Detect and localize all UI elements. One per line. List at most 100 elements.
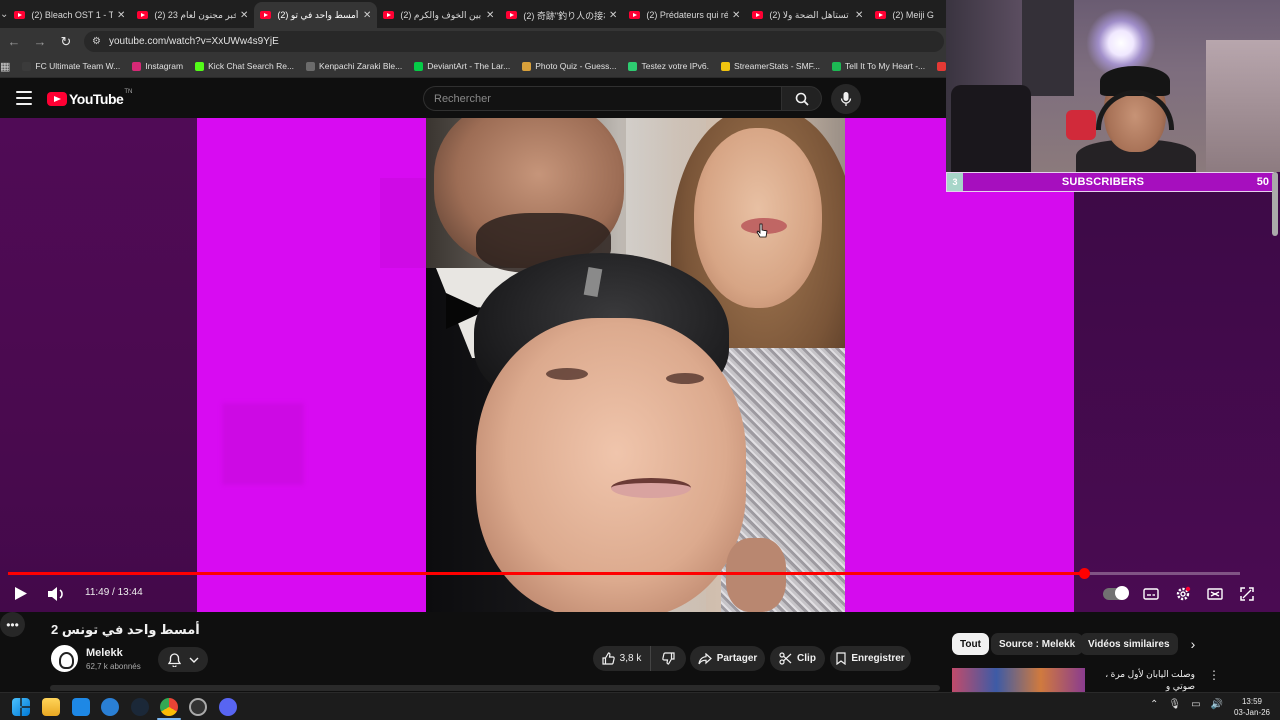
discord-icon[interactable] (219, 698, 237, 716)
clip-button[interactable]: Clip (770, 646, 825, 671)
chip-similar[interactable]: Vidéos similaires (1080, 633, 1178, 655)
apps-grid-icon[interactable]: ▦ (0, 60, 10, 73)
search-input[interactable]: Rechercher (423, 86, 781, 111)
like-button[interactable]: 3,8 k (593, 646, 651, 671)
bookmark-label: StreamerStats - SMF... (734, 61, 820, 71)
bookmarks-bar: ▦ FC Ultimate Team W... Instagram Kick Cha… (0, 55, 946, 78)
notification-bell-button[interactable] (158, 647, 208, 672)
app-icon[interactable] (189, 698, 207, 716)
share-label: Partager (716, 653, 758, 664)
time-display: 11:49 / 13:44 (85, 587, 143, 598)
voice-search-button[interactable] (831, 84, 861, 114)
browser-tab[interactable]: (2) Prédateurs qui ré ✕ (623, 2, 746, 28)
windows-start-icon[interactable] (12, 698, 30, 716)
browser-tab[interactable]: (2) Meiji G✕ (869, 2, 946, 28)
youtube-favicon-icon (629, 11, 641, 19)
share-button[interactable]: Partager (690, 646, 765, 671)
bookmark-item[interactable]: Kick Chat Search Re... (195, 61, 294, 71)
chevron-up-icon[interactable]: ⌃ (1150, 699, 1158, 710)
channel-avatar[interactable] (51, 645, 78, 672)
menu-hamburger-icon[interactable] (16, 91, 32, 105)
browser-tab[interactable]: (2) 奇跡"釣り人の接れ ✕ (500, 2, 623, 28)
bookmark-item[interactable]: StreamerStats - SMF... (721, 61, 820, 71)
close-tab-icon[interactable]: ✕ (855, 10, 863, 21)
close-tab-icon[interactable]: ✕ (486, 10, 494, 21)
subtitles-icon[interactable] (1139, 584, 1163, 604)
thumbs-down-icon (662, 652, 675, 665)
dislike-button[interactable] (651, 646, 686, 671)
back-arrow-icon[interactable]: ← (2, 30, 26, 54)
player-right-controls (1103, 584, 1267, 604)
youtube-logo[interactable]: YouTube TN (47, 89, 132, 107)
bookmark-favicon-icon (414, 61, 424, 71)
miniplayer-icon[interactable] (1203, 584, 1227, 604)
save-button[interactable]: Enregistrer (830, 646, 911, 671)
close-tab-icon[interactable]: ✕ (363, 10, 371, 21)
subscriber-goal-target: 50 (1256, 176, 1269, 188)
bookmark-item[interactable]: Instagram (132, 61, 183, 71)
browser-tab[interactable]: (2) بين الخوف والكرم ✕ (377, 2, 500, 28)
bookmark-item[interactable]: Tell It To My Heart -... (832, 61, 925, 71)
youtube-logo-text: YouTube (69, 91, 124, 107)
bookmark-label: DeviantArt - The Lar... (427, 61, 511, 71)
close-tab-icon[interactable]: ✕ (117, 10, 125, 21)
tab-list: (2) Bleach OST 1 - Tra ✕ (2) 23 خبر مجنون … (8, 2, 946, 28)
chrome-icon[interactable] (160, 698, 178, 716)
more-vertical-icon[interactable]: ⋮ (1208, 668, 1220, 682)
autoplay-toggle[interactable] (1103, 586, 1129, 600)
search-button[interactable] (781, 86, 822, 111)
microphone-tray-icon[interactable]: 🎙 (1168, 699, 1181, 710)
youtube-favicon-icon (14, 11, 26, 19)
taskbar-clock[interactable]: 13:59 03-Jan-26 (1230, 696, 1274, 718)
bell-icon (167, 652, 181, 667)
video-player[interactable] (0, 118, 1280, 612)
file-explorer-icon[interactable] (42, 698, 60, 716)
browser-tab[interactable]: (2) 23 خبر مجنون لعام ✕ (131, 2, 254, 28)
browser-tab[interactable]: (2) Bleach OST 1 - Tra ✕ (8, 2, 131, 28)
bookmark-item[interactable]: Kenpachi Zaraki Ble... (306, 61, 402, 71)
fullscreen-icon[interactable] (1235, 584, 1259, 604)
volume-icon[interactable] (47, 586, 67, 602)
channel-name[interactable]: Melekk (86, 647, 123, 659)
bookmark-item[interactable]: DeviantArt - The Lar... (414, 61, 510, 71)
video-background-left (0, 118, 197, 612)
tab-title: (2) تستاهل الضحة ولا (769, 9, 849, 20)
chip-all[interactable]: Tout (952, 633, 989, 655)
site-info-icon[interactable]: ⚙ (92, 36, 101, 47)
tab-search-chevron-icon[interactable]: ⌄ (0, 0, 8, 28)
subscriber-count: 62,7 k abonnés (86, 662, 141, 671)
address-bar[interactable]: ⚙ youtube.com/watch?v=XxUWw4s9YjE (84, 31, 944, 52)
page-scrollbar[interactable] (1272, 172, 1278, 236)
bookmark-item[interactable]: FC Ultimate Team W... (22, 61, 120, 71)
browser-tab[interactable]: (2) أمسط واحد في تو ✕ (254, 2, 378, 28)
image-face (476, 318, 746, 612)
recommended-video-title[interactable]: وصلت اليابان لأول مرة ، صوتي و (1090, 668, 1195, 692)
bookmark-item[interactable]: Testez votre IPv6. (628, 61, 709, 71)
progress-scrubber[interactable] (1078, 568, 1090, 579)
bookmark-item[interactable]: Photo Quiz - Guess... (522, 61, 616, 71)
app-icon[interactable] (101, 698, 119, 716)
steam-icon[interactable] (131, 698, 149, 716)
close-tab-icon[interactable]: ✕ (609, 10, 617, 21)
settings-gear-icon[interactable] (1171, 584, 1195, 604)
forward-arrow-icon[interactable]: → (28, 30, 52, 54)
bookmark-item[interactable]: GlobalN (937, 61, 946, 71)
video-title: أمسط واحد في تونس 2 (51, 622, 200, 637)
close-tab-icon[interactable]: ✕ (732, 10, 740, 21)
more-actions-icon[interactable]: ••• (0, 612, 25, 637)
network-icon[interactable]: ▭ (1191, 699, 1200, 710)
chip-source[interactable]: Source : Melekk (991, 633, 1084, 655)
speaker-icon[interactable]: 🔊 (1211, 699, 1223, 710)
browser-tab[interactable]: (2) تستاهل الضحة ولا ✕ (746, 2, 869, 28)
close-tab-icon[interactable]: ✕ (240, 10, 248, 21)
play-icon[interactable] (14, 586, 28, 601)
youtube-play-logo-icon (47, 92, 67, 106)
chevron-right-icon[interactable]: › (1172, 633, 1214, 655)
subscriber-goal-bar: 3 SUBSCRIBERS 50 (946, 172, 1274, 192)
reload-icon[interactable]: ↻ (54, 30, 78, 54)
recommended-video-thumbnail[interactable] (952, 668, 1085, 692)
progress-bar[interactable] (8, 568, 1240, 579)
tab-title: (2) أمسط واحد في تو (277, 9, 359, 20)
mail-app-icon[interactable] (72, 698, 90, 716)
subscriber-goal-label: SUBSCRIBERS (1061, 176, 1145, 188)
